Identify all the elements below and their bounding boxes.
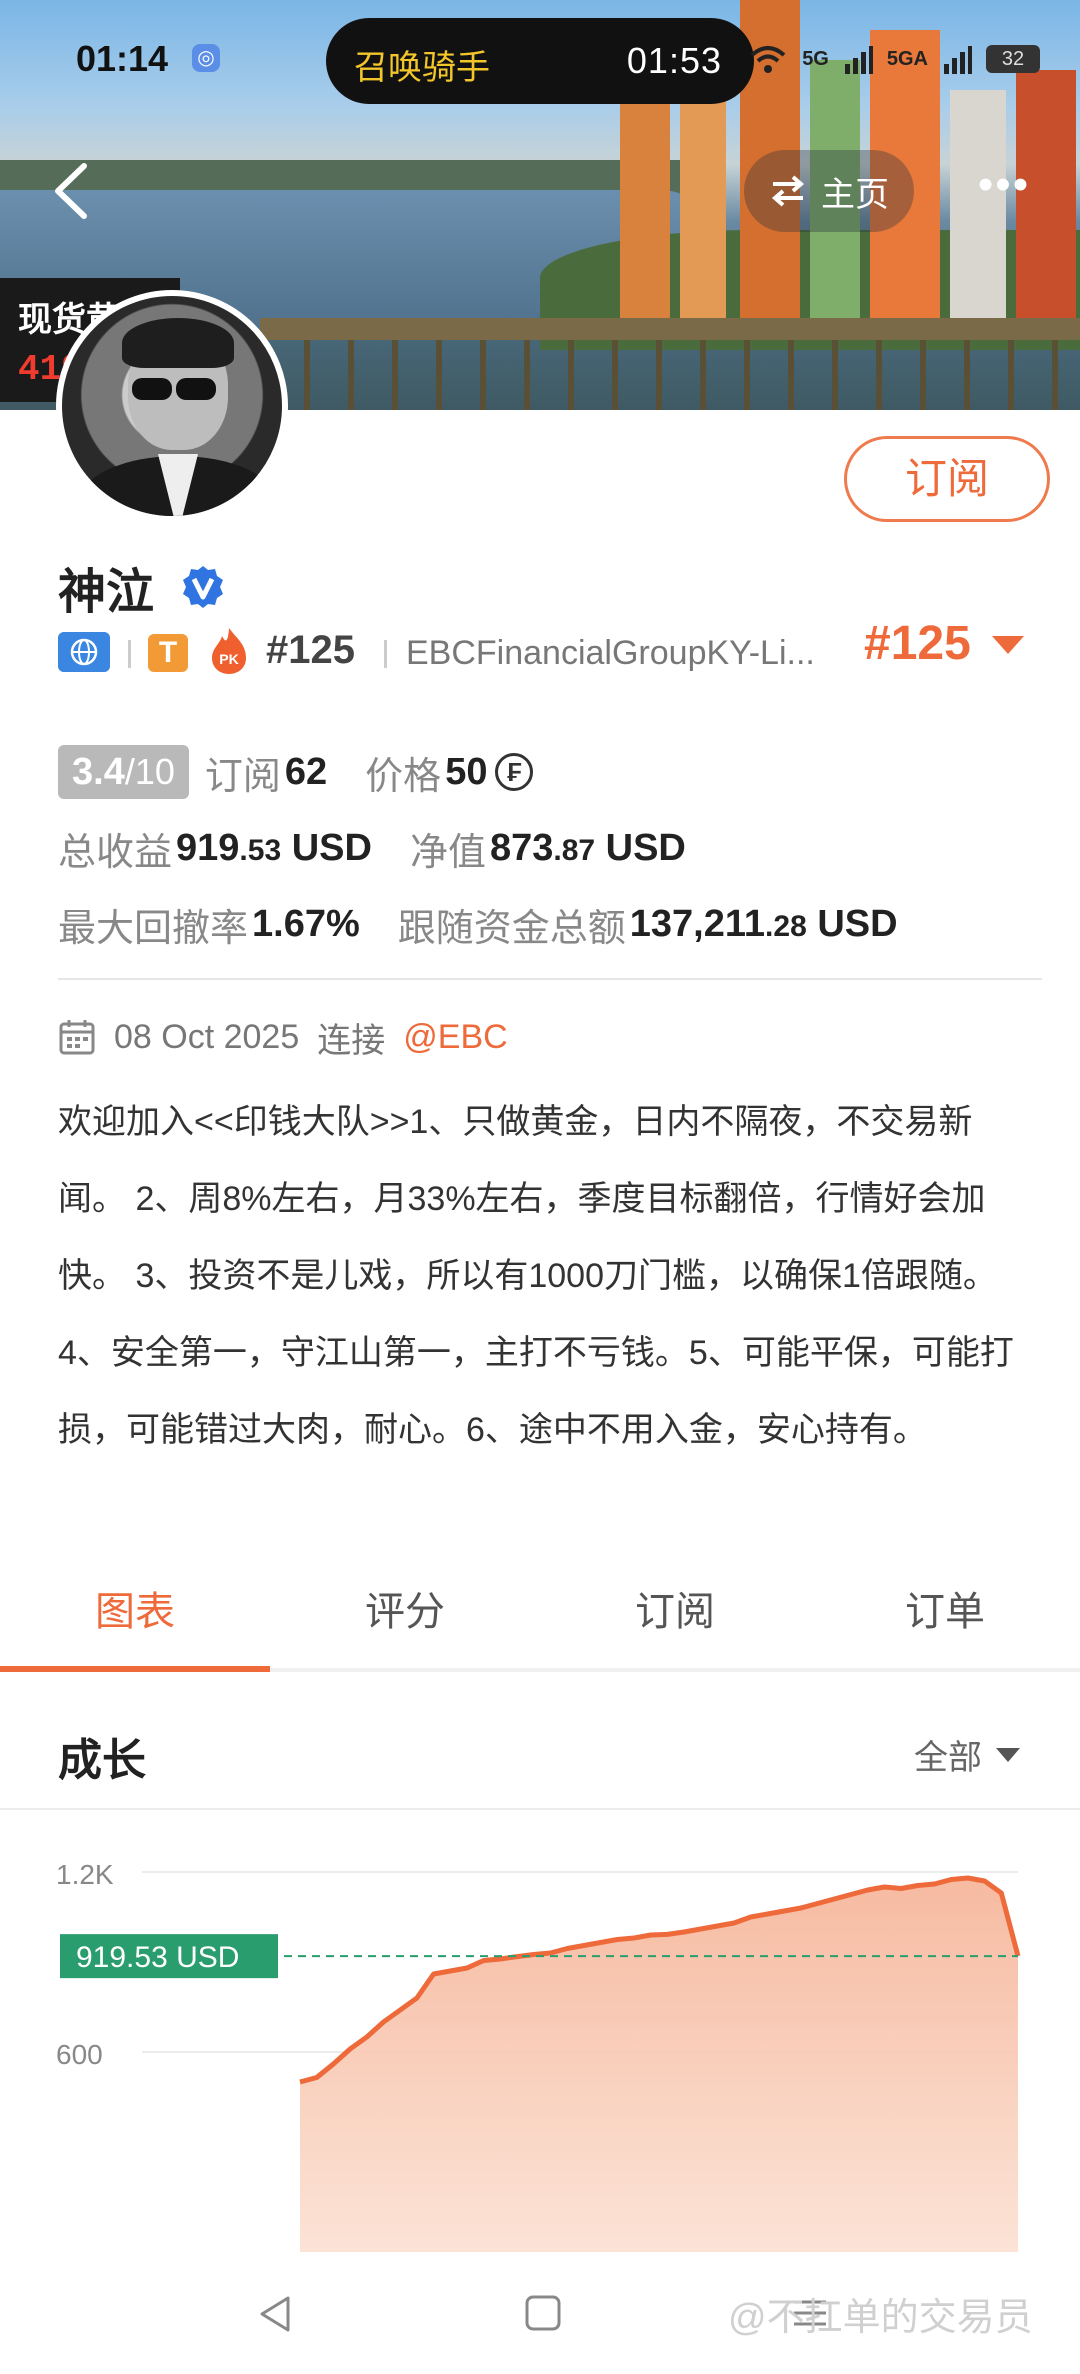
drawdown-label: 最大回撤率 (58, 907, 249, 950)
price-value: 50 (445, 750, 488, 793)
total-profit-label: 总收益 (58, 831, 173, 874)
section-title: 成长 (58, 1736, 146, 1785)
tab-rating[interactable]: 评分 (270, 1576, 540, 1668)
battery-icon: 32 (986, 45, 1040, 73)
y-tick-label: 1.2K (56, 1859, 114, 1890)
chevron-down-icon[interactable] (992, 636, 1024, 654)
status-time: 01:14 (76, 38, 169, 79)
y-tick-label: 600 (56, 2039, 103, 2070)
score-badge: 3.4/10 (58, 745, 189, 799)
divider (58, 978, 1042, 980)
range-label: 全部 (914, 1739, 982, 1777)
dynamic-island-pill[interactable]: 召唤骑手 01:53 (326, 18, 754, 104)
name-row: 神泣 (58, 552, 226, 622)
chevron-down-icon (996, 1747, 1020, 1762)
trader-name: 神泣 (58, 566, 155, 619)
follow-funds-value: 137,211.28 USD (629, 902, 898, 945)
strategy-description: 欢迎加入<<印钱大队>>1、只做黄金，日内不隔夜，不交易新闻。 2、周8%左右，… (58, 1103, 1014, 1449)
notification-app-icon: ◎ (192, 44, 220, 72)
coin-icon: ₣ (495, 753, 534, 791)
price-label: 价格 (365, 755, 442, 798)
tab-orders[interactable]: 订单 (810, 1576, 1080, 1668)
drawdown-value: 1.67% (252, 902, 360, 945)
stats-block: 3.4/10 订阅 62 价格 50 ₣ 总收益 919.53 USD 净值 8… (58, 744, 1058, 972)
wifi-icon (750, 46, 786, 73)
tier-badge: T (148, 634, 188, 672)
call-label: 召唤骑手 (354, 49, 490, 87)
tab-bar: 图表 评分 订阅 订单 (0, 1576, 1080, 1672)
follow-funds-label: 跟随资金总额 (397, 907, 626, 950)
badge-row: T PK #125 EBCFinancialGroupKY-Li... #125 (58, 617, 1058, 682)
more-options-icon[interactable]: ••• (954, 150, 1054, 232)
connect-label: 连接 (317, 1021, 386, 1060)
tab-subscription[interactable]: 订阅 (540, 1576, 810, 1668)
calendar-icon (59, 1020, 95, 1055)
home-button[interactable]: 主页 (744, 150, 914, 232)
growth-section-header: 成长 全部 (0, 1680, 1080, 1810)
subscribe-count: 62 (284, 750, 328, 793)
subscribe-count-label: 订阅 (204, 755, 281, 798)
home-label: 主页 (821, 175, 889, 214)
signal-icon (844, 46, 873, 74)
back-triangle-icon[interactable] (256, 2294, 294, 2334)
rank-dropdown[interactable]: #125 (864, 616, 971, 671)
status-icons: 5G 5GA 32 (748, 40, 1040, 78)
home-square-icon[interactable] (524, 2294, 562, 2332)
range-dropdown[interactable]: 全部 (914, 1730, 1020, 1779)
back-arrow-icon[interactable] (46, 158, 96, 224)
broker-name: EBCFinancialGroupKY-Li... (406, 634, 815, 672)
globe-icon (58, 632, 110, 672)
network-5ga-label: 5GA (886, 47, 928, 70)
watermark: @不扛单的交易员 (728, 2297, 1033, 2339)
rank-label: #125 (266, 628, 355, 672)
broker-tag-link[interactable]: @EBC (403, 1018, 507, 1057)
swap-icon (771, 175, 805, 207)
tab-chart[interactable]: 图表 (0, 1576, 270, 1672)
net-value: 873.87 USD (489, 826, 686, 869)
svg-text:PK: PK (219, 651, 238, 667)
growth-chart-svg: 1.2K 600 919.53 USD (56, 1859, 1021, 2252)
connect-date: 08 Oct 2025 (114, 1017, 300, 1056)
network-5g-label: 5G (802, 47, 829, 70)
verified-badge-icon (183, 566, 224, 608)
status-bar: 01:14 ◎ 召唤骑手 01:53 5G 5GA 32 (0, 0, 1080, 120)
net-value-label: 净值 (409, 831, 486, 874)
subscribe-button[interactable]: 订阅 (844, 436, 1050, 522)
growth-chart: 1.2K 600 919.53 USD (0, 1812, 1080, 2252)
total-profit-value: 919.53 USD (176, 826, 372, 869)
connection-info: 08 Oct 2025 连接 @EBC (58, 1012, 508, 1062)
avatar[interactable] (56, 290, 288, 522)
pk-flame-icon: PK (212, 628, 246, 674)
current-value-label: 919.53 USD (76, 1941, 239, 1974)
call-timer: 01:53 (626, 40, 722, 81)
signal-icon-2 (944, 46, 972, 74)
